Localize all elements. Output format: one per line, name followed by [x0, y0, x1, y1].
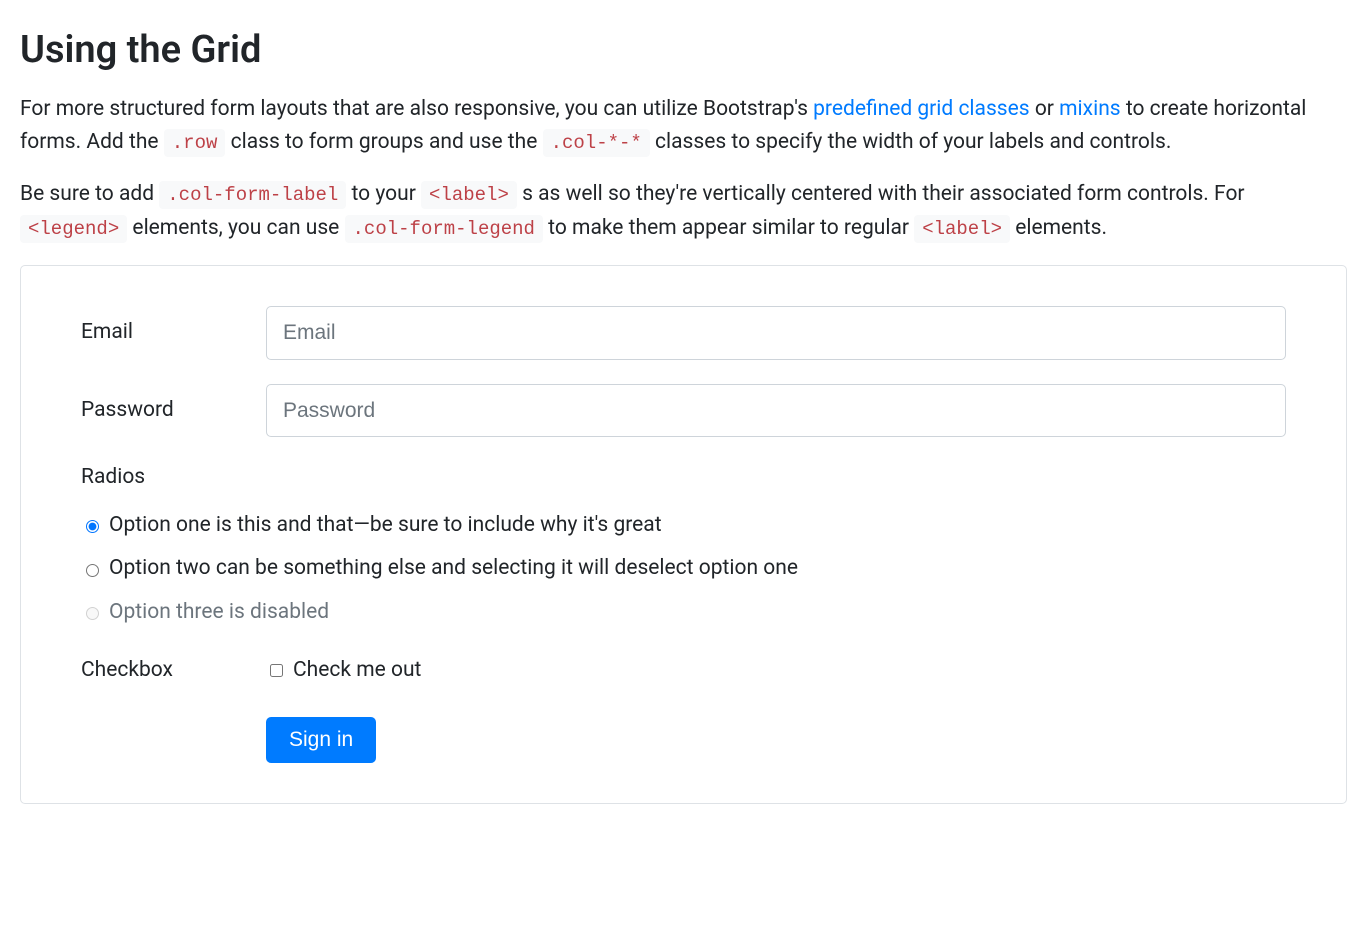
- code-label-2: <label>: [914, 215, 1010, 243]
- text: elements.: [1010, 216, 1107, 240]
- checkbox-control[interactable]: Check me out: [266, 654, 421, 688]
- grid-classes-link[interactable]: predefined grid classes: [813, 97, 1030, 121]
- text: to make them appear similar to regular: [543, 216, 914, 240]
- code-col: .col-*-*: [543, 129, 650, 157]
- text: class to form groups and use the: [225, 130, 542, 154]
- text: Be sure to add: [20, 182, 159, 206]
- code-row: .row: [164, 129, 226, 157]
- submit-row: Sign in: [81, 717, 1286, 763]
- text: classes to specify the width of your lab…: [650, 130, 1172, 154]
- text: s as well so they're vertically centered…: [517, 182, 1245, 206]
- page-heading: Using the Grid: [20, 20, 1347, 81]
- text: elements, you can use: [127, 216, 344, 240]
- radios-fieldset: Radios Option one is this and that—be su…: [81, 461, 1286, 629]
- code-col-form-legend: .col-form-legend: [345, 215, 543, 243]
- email-label: Email: [81, 316, 266, 350]
- text: or: [1030, 97, 1060, 121]
- radio-option-2[interactable]: Option two can be something else and sel…: [81, 552, 1286, 586]
- code-label: <label>: [421, 181, 517, 209]
- radios-legend: Radios: [81, 461, 1286, 495]
- mixins-link[interactable]: mixins: [1059, 97, 1120, 121]
- sign-in-button[interactable]: Sign in: [266, 717, 376, 763]
- password-input[interactable]: [266, 384, 1286, 438]
- password-label: Password: [81, 394, 266, 428]
- password-row: Password: [81, 384, 1286, 438]
- form-example-box: Email Password Radios Option one is this…: [20, 265, 1347, 804]
- intro-paragraph-2: Be sure to add .col-form-label to your <…: [20, 178, 1347, 245]
- radio-input-1[interactable]: [86, 520, 99, 533]
- radio-label-1: Option one is this and that—be sure to i…: [109, 509, 662, 543]
- checkbox-input[interactable]: [270, 664, 283, 677]
- text: to your: [346, 182, 421, 206]
- checkbox-row: Checkbox Check me out: [81, 654, 1286, 688]
- radio-option-3: Option three is disabled: [81, 596, 1286, 630]
- radio-label-3: Option three is disabled: [109, 596, 329, 630]
- checkbox-section-label: Checkbox: [81, 654, 266, 688]
- checkbox-text: Check me out: [293, 654, 421, 688]
- email-row: Email: [81, 306, 1286, 360]
- text: For more structured form layouts that ar…: [20, 97, 813, 121]
- radio-option-1[interactable]: Option one is this and that—be sure to i…: [81, 509, 1286, 543]
- intro-paragraph-1: For more structured form layouts that ar…: [20, 93, 1347, 160]
- code-col-form-label: .col-form-label: [159, 181, 346, 209]
- radio-label-2: Option two can be something else and sel…: [109, 552, 798, 586]
- radio-input-2[interactable]: [86, 564, 99, 577]
- code-legend: <legend>: [20, 215, 127, 243]
- email-input[interactable]: [266, 306, 1286, 360]
- radio-input-3: [86, 607, 99, 620]
